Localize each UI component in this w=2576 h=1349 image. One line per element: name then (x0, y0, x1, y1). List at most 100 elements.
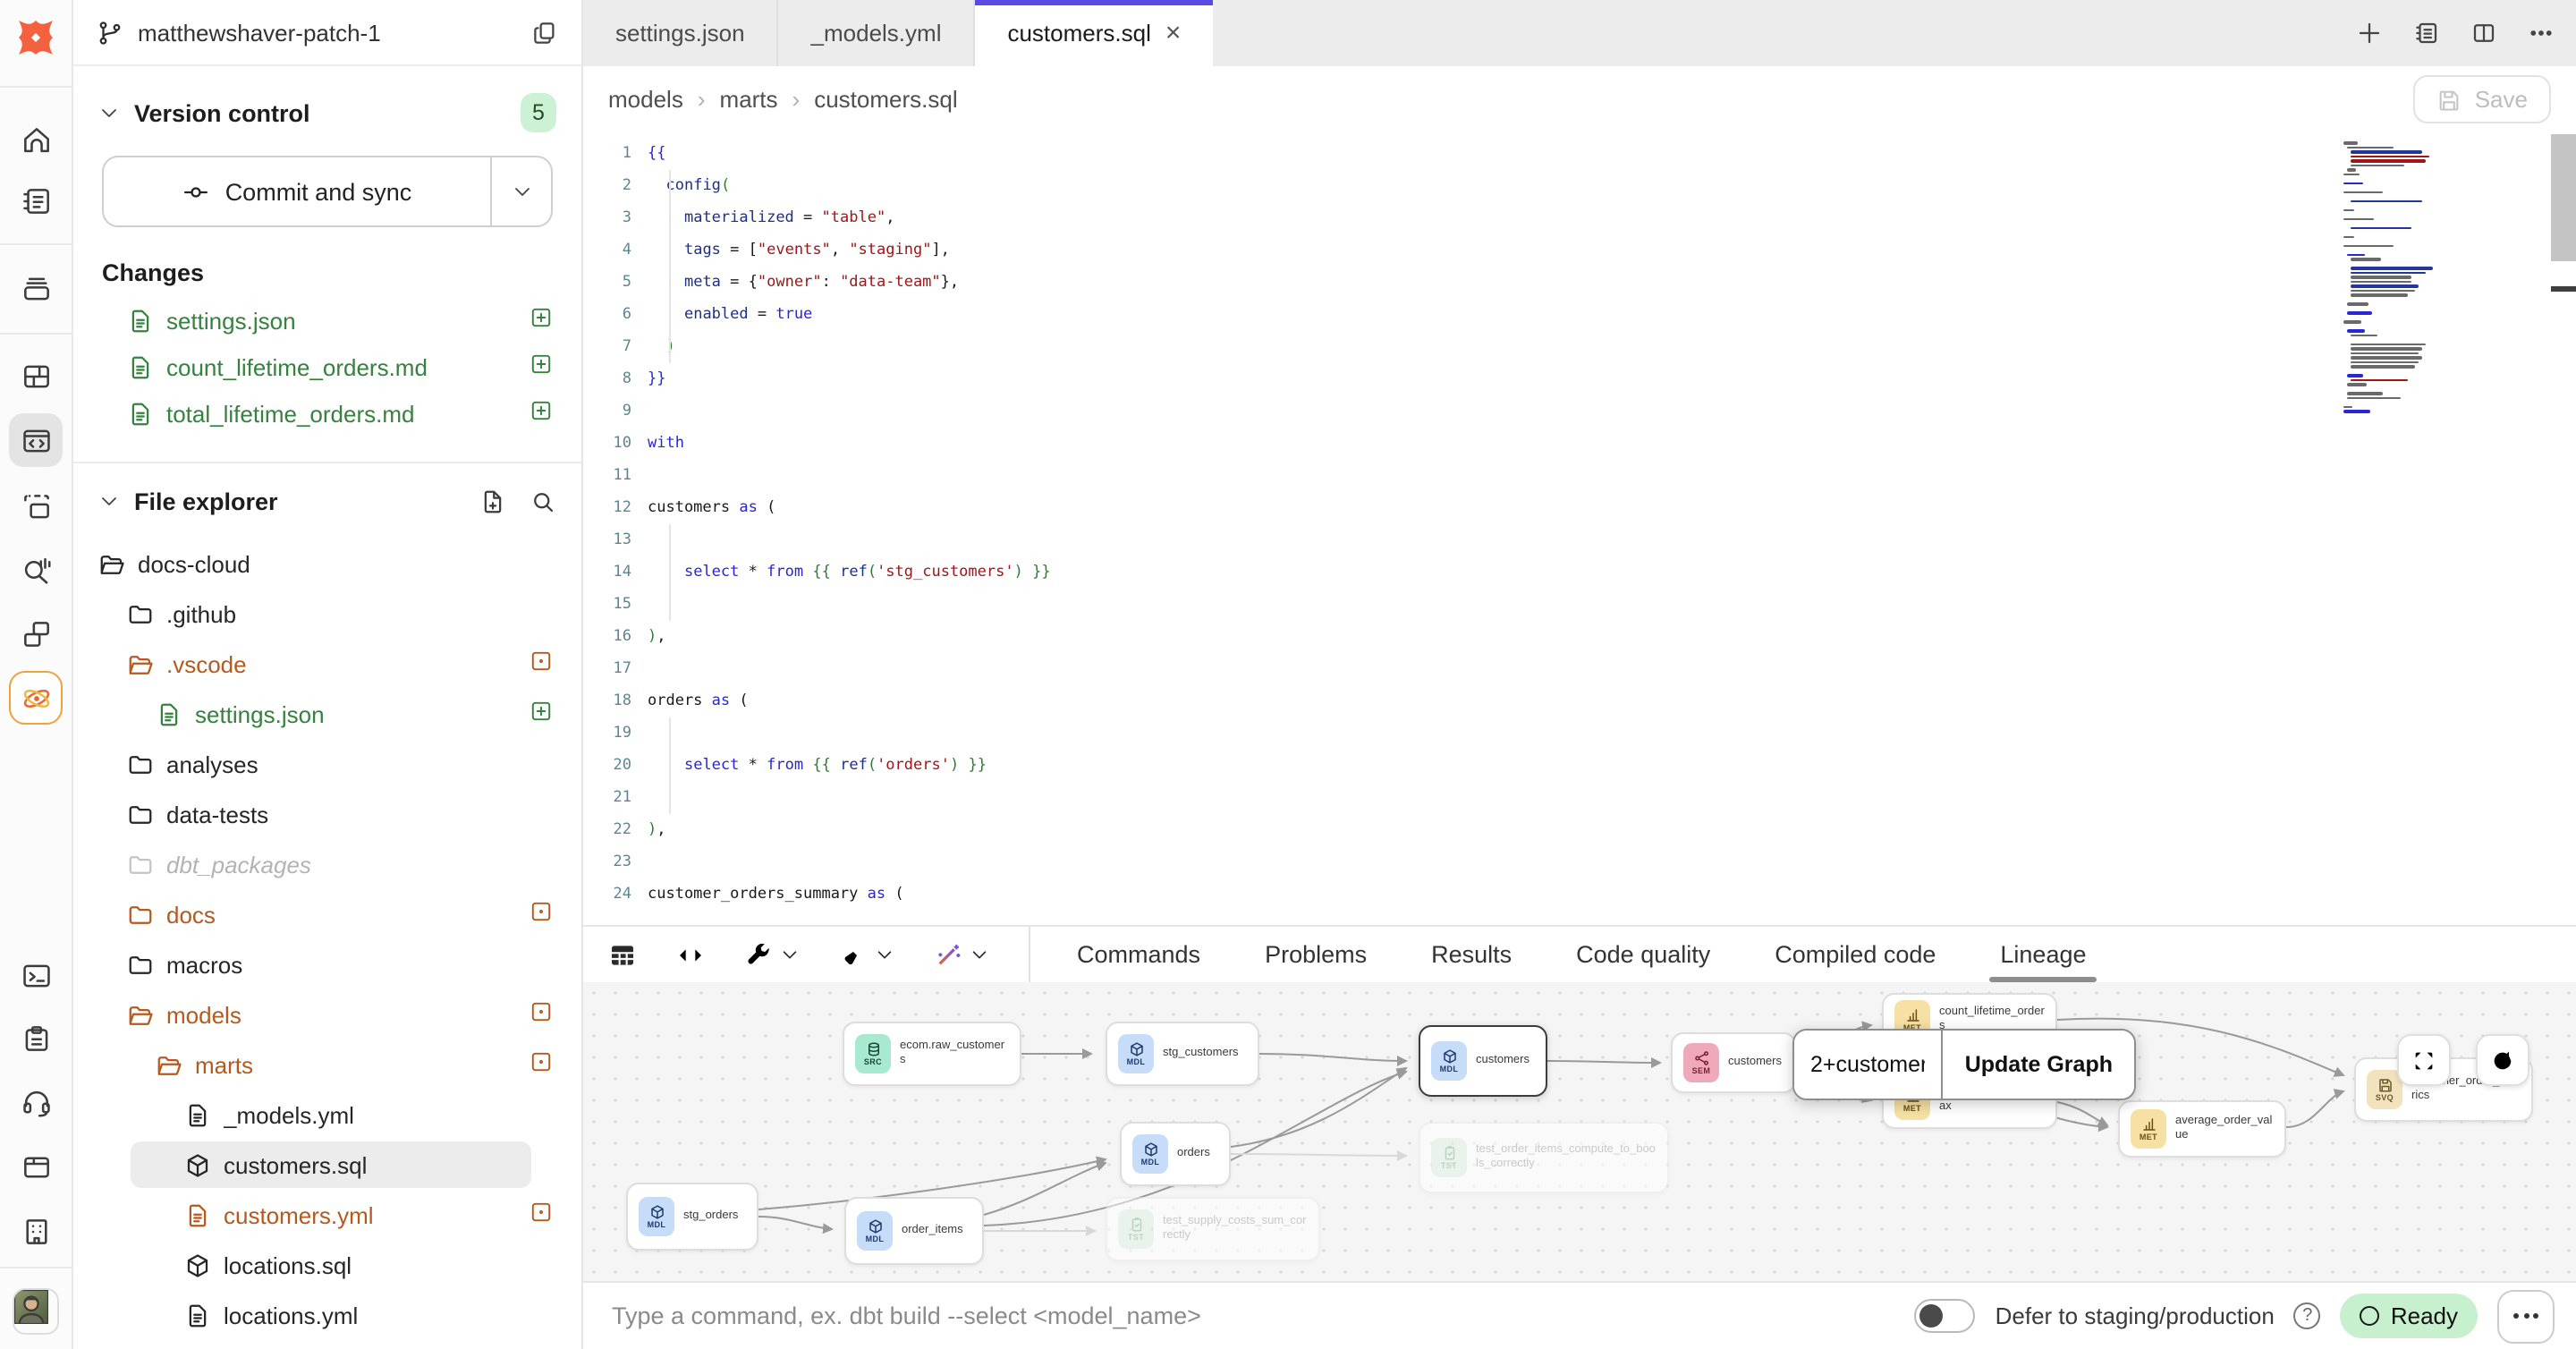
lineage-node-average-order-value[interactable]: METaverage_order_value (2118, 1100, 2286, 1158)
home-icon[interactable] (9, 113, 63, 166)
editor-tab-customers.sql[interactable]: customers.sql× (975, 0, 1213, 66)
tree-item-analyses[interactable]: analyses (73, 739, 581, 789)
commit-and-sync-main[interactable]: Commit and sync (104, 157, 490, 225)
code-editor[interactable]: 1{{2 config(3 materialized = "table",4 t… (583, 131, 2576, 925)
ai-fix-icon[interactable] (934, 940, 989, 969)
tree-item-settings.json[interactable]: settings.json (73, 689, 581, 739)
query-analysis-icon[interactable] (9, 542, 63, 596)
editor-scrollbar[interactable] (2551, 131, 2576, 925)
build-tools-icon[interactable] (744, 940, 800, 969)
organization-icon[interactable] (9, 1204, 63, 1258)
dbt-logo-icon[interactable] (9, 11, 63, 64)
new-file-icon[interactable] (479, 488, 506, 514)
canvas-select-icon[interactable] (9, 479, 63, 533)
minimap[interactable] (2343, 141, 2497, 403)
lineage-node-order-items[interactable]: MDLorder_items (844, 1197, 984, 1265)
status-badge[interactable]: Ready (2341, 1294, 2478, 1338)
lineage-node-orders[interactable]: MDLorders (1120, 1122, 1231, 1186)
code-view-icon[interactable] (676, 940, 705, 969)
lineage-node-test-supply-costs[interactable]: TSTtest_supply_costs_sum_correctly (1106, 1197, 1320, 1261)
dashboard-icon[interactable] (9, 349, 63, 403)
close-tab-icon[interactable]: × (1165, 20, 1182, 47)
lineage-node-customers-semantic[interactable]: SEMcustomers (1671, 1032, 1796, 1093)
tree-item-_models.yml[interactable]: _models.yml (73, 1090, 581, 1140)
editor-tab-settings.json[interactable]: settings.json (583, 0, 779, 66)
fullscreen-icon[interactable] (2397, 1034, 2451, 1086)
save-button[interactable]: Save (2414, 75, 2551, 123)
more-options-icon[interactable] (2528, 20, 2555, 47)
tree-item-docs[interactable]: docs (73, 889, 581, 939)
terminal-icon[interactable] (9, 948, 63, 1002)
panel-tab-code-quality[interactable]: Code quality (1576, 927, 1710, 982)
breadcrumb-segment[interactable]: models (608, 85, 683, 112)
scrollbar-thumb[interactable] (2551, 134, 2576, 261)
tree-item-customers.sql[interactable]: customers.sql (73, 1140, 581, 1190)
line-number: 2 (583, 177, 648, 195)
notebook-panel-icon[interactable] (2413, 20, 2440, 47)
copy-icon[interactable] (531, 19, 558, 46)
changed-file-count_lifetime_orders.md[interactable]: count_lifetime_orders.md (73, 344, 581, 390)
lineage-node-stg-customers[interactable]: MDLstg_customers (1106, 1022, 1259, 1086)
tree-item-locations.sql[interactable]: locations.sql (73, 1240, 581, 1290)
tree-item-docs-cloud[interactable]: docs-cloud (73, 539, 581, 589)
git-commit-icon (182, 178, 209, 205)
editor-tabbar: settings.json_models.ymlcustomers.sql× (583, 0, 2576, 66)
panel-tab-results[interactable]: Results (1431, 927, 1512, 982)
changed-file-settings.json[interactable]: settings.json (73, 297, 581, 344)
src-node-icon: SRC (855, 1034, 891, 1073)
file-explorer-header[interactable]: File explorer (73, 463, 581, 539)
status-more-button[interactable] (2497, 1289, 2555, 1343)
results-table-icon[interactable] (608, 940, 637, 969)
support-headset-icon[interactable] (9, 1075, 63, 1129)
changed-file-total_lifetime_orders.md[interactable]: total_lifetime_orders.md (73, 390, 581, 437)
lineage-node-customers-model[interactable]: MDLcustomers (1419, 1025, 1547, 1097)
lineage-canvas[interactable]: SRCecom.raw_customers MDLstg_customers MDL… (583, 982, 2576, 1281)
tree-item-.vscode[interactable]: .vscode (73, 639, 581, 689)
notebook-icon[interactable] (9, 174, 63, 227)
tree-item-dbt_packages[interactable]: dbt_packages (73, 839, 581, 889)
commit-options-caret[interactable] (490, 157, 551, 225)
split-pane-icon[interactable] (2470, 20, 2497, 47)
tree-item-locations.yml[interactable]: locations.yml (73, 1290, 581, 1340)
new-tab-icon[interactable] (2356, 20, 2383, 47)
stack-icon[interactable] (9, 261, 63, 315)
breadcrumb-segment[interactable]: marts (720, 85, 778, 112)
lineage-node-test-order-items[interactable]: TSTtest_order_items_compute_to_bools_cor… (1419, 1122, 1669, 1193)
panel-tab-compiled-code[interactable]: Compiled code (1775, 927, 1936, 982)
lineage-node-stg-orders[interactable]: MDLstg_orders (626, 1183, 758, 1251)
command-input[interactable] (608, 1301, 1915, 1331)
editor-tab-_models.yml[interactable]: _models.yml (779, 0, 976, 66)
folder-icon (127, 751, 154, 777)
panel-tab-problems[interactable]: Problems (1265, 927, 1367, 982)
defer-toggle[interactable] (1915, 1299, 1976, 1333)
tree-item-models[interactable]: models (73, 989, 581, 1039)
browser-icon[interactable] (9, 1140, 63, 1193)
clean-icon[interactable] (839, 940, 894, 969)
help-icon[interactable]: ? (2294, 1302, 2321, 1329)
update-graph-button[interactable]: Update Graph (1942, 1031, 2134, 1099)
user-avatar[interactable] (9, 1285, 63, 1338)
clipboard-icon[interactable] (9, 1011, 63, 1065)
tree-item-data-tests[interactable]: data-tests (73, 789, 581, 839)
tree-item-macros[interactable]: macros (73, 939, 581, 989)
tree-item-.github[interactable]: .github (73, 589, 581, 639)
graph-selector-input[interactable] (1794, 1031, 1942, 1099)
tree-item-marts[interactable]: marts (73, 1039, 581, 1090)
defer-label: Defer to staging/production (1996, 1302, 2275, 1329)
plus-square-icon (530, 306, 553, 329)
copilot-icon[interactable] (9, 671, 63, 725)
windows-icon[interactable] (9, 607, 63, 660)
version-control-header[interactable]: Version control 5 (73, 81, 581, 145)
lineage-node-ecom-raw-customers[interactable]: SRCecom.raw_customers (843, 1022, 1021, 1086)
panel-tab-lineage[interactable]: Lineage (2000, 927, 2086, 982)
search-icon[interactable] (530, 488, 556, 514)
breadcrumb-segment[interactable]: customers.sql (814, 85, 957, 112)
tree-item-customers.yml[interactable]: customers.yml (73, 1190, 581, 1240)
mdl-node-icon: MDL (1132, 1134, 1168, 1174)
refresh-icon[interactable] (2476, 1034, 2529, 1086)
code-editor-icon[interactable] (9, 413, 63, 467)
tree-item-label: macros (166, 951, 553, 978)
met-node-icon: MET (2131, 1109, 2166, 1149)
panel-tab-commands[interactable]: Commands (1077, 927, 1200, 982)
status-bar: Defer to staging/production ? Ready (583, 1281, 2576, 1349)
